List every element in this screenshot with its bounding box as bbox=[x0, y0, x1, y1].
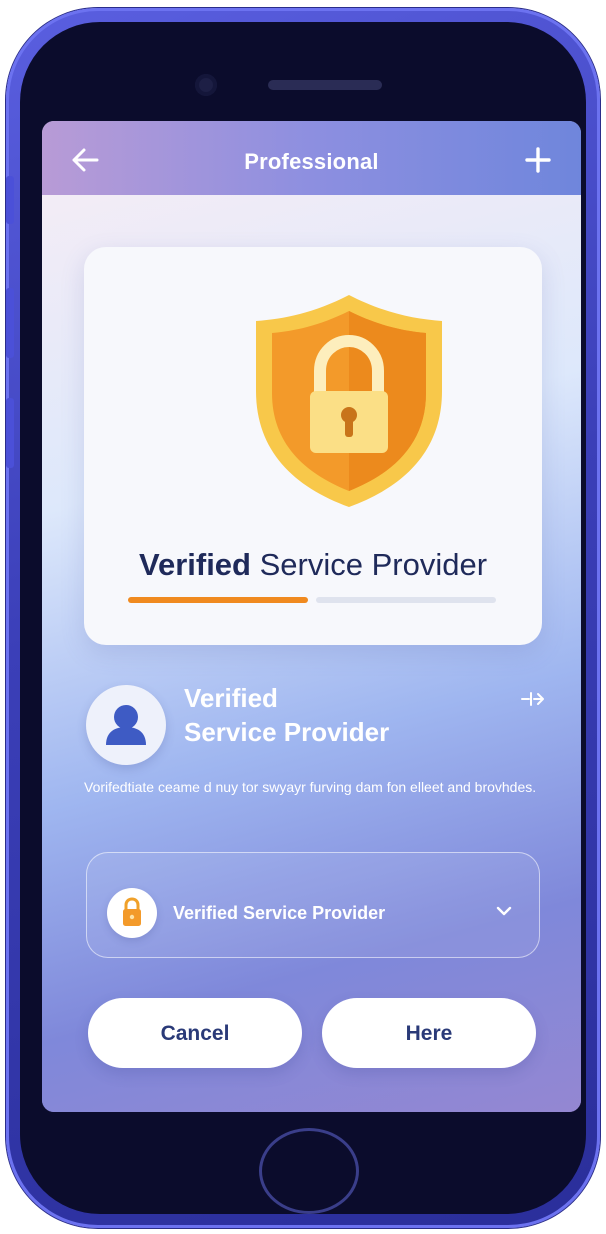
phone-side-button bbox=[6, 398, 14, 468]
provider-name-line2: Service Provider bbox=[184, 717, 390, 747]
phone-side-button bbox=[6, 288, 14, 358]
front-camera bbox=[195, 74, 217, 96]
plus-icon[interactable] bbox=[525, 147, 551, 173]
phone-side-button bbox=[6, 176, 14, 224]
avatar bbox=[86, 685, 166, 765]
select-value: Verified Service Provider bbox=[173, 903, 386, 923]
page-title: Professional bbox=[244, 149, 379, 174]
progress-fill bbox=[128, 597, 308, 603]
card-title-rest: Service Provider bbox=[250, 547, 488, 582]
provider-description: Vorifedtiate ceame d nuy tor swyayr furv… bbox=[84, 779, 537, 795]
earpiece-speaker bbox=[268, 80, 382, 90]
card-title-bold: Verified bbox=[138, 547, 251, 582]
progress-bar bbox=[128, 597, 496, 603]
shield-lock-icon bbox=[256, 295, 442, 507]
provider-type-select[interactable]: Verified Service Provider bbox=[86, 852, 540, 958]
provider-name-line1: Verified bbox=[184, 683, 278, 713]
progress-remaining bbox=[316, 597, 496, 603]
user-icon bbox=[106, 705, 146, 745]
chevron-down-icon[interactable] bbox=[495, 905, 513, 917]
app-screen: Professional Verified Service Provider V… bbox=[42, 121, 581, 1112]
lock-badge bbox=[107, 888, 157, 938]
lock-badge-icon bbox=[123, 897, 141, 926]
arrow-right-icon[interactable] bbox=[520, 689, 546, 709]
cancel-button[interactable]: Cancel bbox=[88, 998, 302, 1068]
provider-profile: Verified Service Provider bbox=[86, 681, 546, 771]
here-button[interactable]: Here bbox=[322, 998, 536, 1068]
top-app-bar: Professional bbox=[42, 121, 581, 199]
home-button[interactable] bbox=[259, 1128, 359, 1214]
phone-frame: Professional Verified Service Provider V… bbox=[6, 8, 600, 1228]
verification-card: Verified Service Provider bbox=[84, 247, 542, 645]
card-title: Verified Service Provider bbox=[84, 547, 542, 583]
